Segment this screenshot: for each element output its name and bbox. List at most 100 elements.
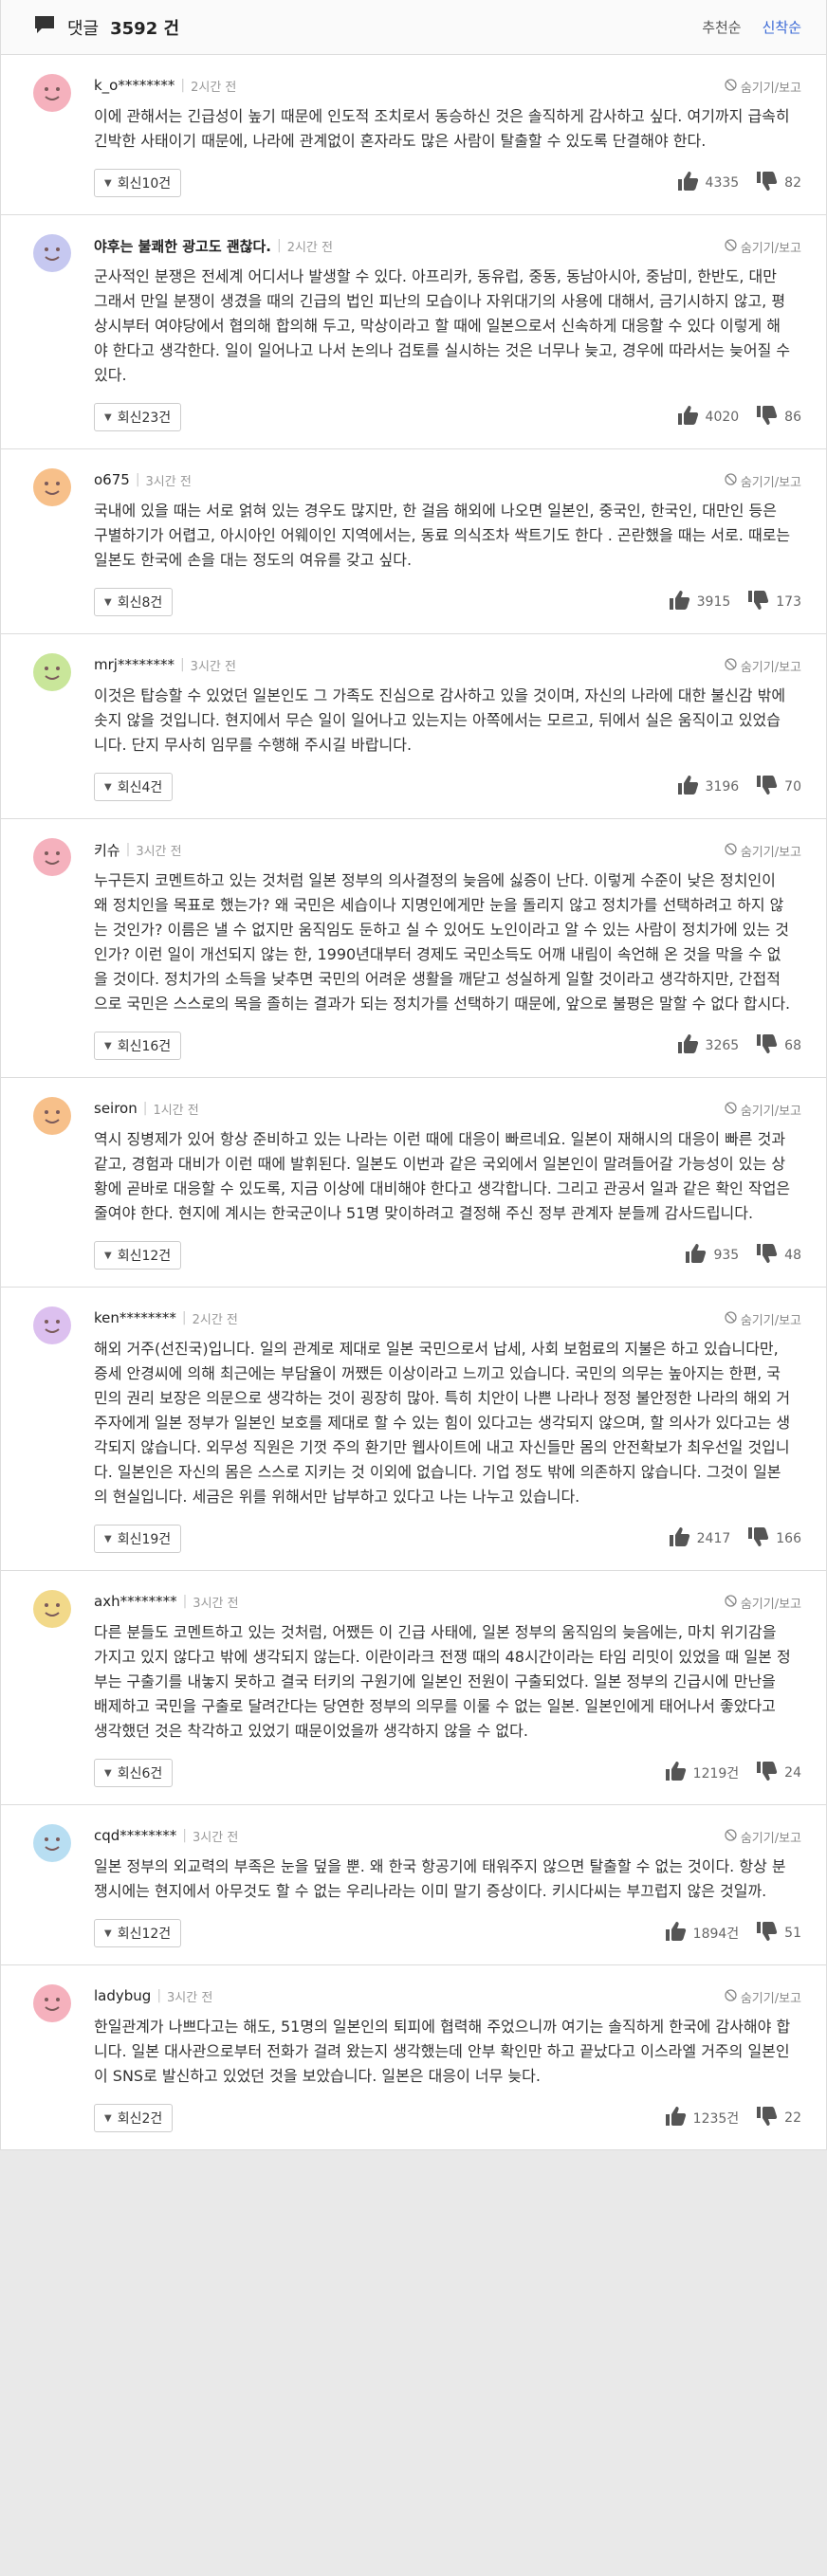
comment-time: 3시간 전	[136, 844, 182, 859]
thumbs-down-icon	[756, 1033, 779, 1058]
smiley-avatar-icon	[33, 1097, 71, 1135]
like-count: 3915	[696, 594, 731, 610]
hide-report-button[interactable]: 숨기기/보고	[725, 472, 801, 490]
dislike-button[interactable]: 51	[756, 1921, 801, 1946]
triangle-down-icon: ▼	[104, 411, 112, 423]
hide-report-button[interactable]: 숨기기/보고	[725, 1101, 801, 1119]
comment-item: 야후는 불쾌한 광고도 괜찮다. | 2시간 전 숨기기/보고 군사적인 분쟁은…	[1, 215, 826, 449]
dislike-count: 70	[784, 779, 801, 795]
hide-report-button[interactable]: 숨기기/보고	[725, 1828, 801, 1846]
like-count: 3196	[705, 779, 740, 795]
reply-toggle-button[interactable]: ▼ 회신4건	[94, 773, 174, 801]
triangle-down-icon: ▼	[104, 1927, 112, 1939]
reply-toggle-button[interactable]: ▼ 회신23건	[94, 403, 182, 431]
hide-report-button[interactable]: 숨기기/보고	[725, 78, 801, 96]
avatar	[33, 1824, 71, 1862]
like-button[interactable]: 1219건	[665, 1761, 739, 1785]
avatar	[33, 234, 71, 272]
comment-time: 3시간 전	[193, 1830, 239, 1845]
comment-text: 한일관계가 나쁘다고는 해도, 51명의 일본인의 퇴피에 협력해 주었으니까 …	[94, 2018, 791, 2085]
thumbs-down-icon	[756, 171, 779, 195]
block-icon	[725, 473, 737, 489]
smiley-avatar-icon	[33, 1824, 71, 1862]
reply-toggle-button[interactable]: ▼ 회신10건	[94, 169, 182, 197]
like-button[interactable]: 935	[685, 1243, 739, 1268]
like-count: 1235건	[692, 2111, 740, 2127]
like-button[interactable]: 2417	[669, 1526, 730, 1551]
comment-time: 3시간 전	[167, 1990, 213, 2005]
comment-username[interactable]: k_o********	[94, 77, 175, 94]
dislike-button[interactable]: 68	[756, 1033, 801, 1058]
dislike-button[interactable]: 82	[756, 171, 801, 195]
comment-username[interactable]: ladybug	[94, 1987, 151, 2004]
dislike-button[interactable]: 24	[756, 1761, 801, 1785]
hide-report-button[interactable]: 숨기기/보고	[725, 1988, 801, 2006]
reply-toggle-button[interactable]: ▼ 회신6건	[94, 1759, 174, 1787]
comment-username[interactable]: 야후는 불쾌한 광고도 괜찮다.	[94, 236, 271, 256]
thumbs-down-icon	[756, 1243, 779, 1268]
sort-latest-tab[interactable]: 신착순	[763, 17, 801, 37]
reply-toggle-button[interactable]: ▼ 회신19건	[94, 1525, 182, 1553]
comment-username[interactable]: mrj********	[94, 656, 175, 673]
hide-report-button[interactable]: 숨기기/보고	[725, 1310, 801, 1328]
triangle-down-icon: ▼	[104, 177, 112, 189]
comment-username[interactable]: o675	[94, 471, 130, 488]
thumbs-up-icon	[677, 171, 700, 195]
comment-item: seiron | 1시간 전 숨기기/보고 역시 징병제가 있어 항상 준비하고…	[1, 1078, 826, 1288]
dislike-button[interactable]: 166	[747, 1526, 801, 1551]
like-button[interactable]: 3265	[677, 1033, 739, 1058]
comment-time: 1시간 전	[153, 1103, 199, 1118]
reply-count-label: 회신2건	[117, 2111, 163, 2127]
like-button[interactable]: 4020	[677, 405, 739, 429]
hide-report-button[interactable]: 숨기기/보고	[725, 1594, 801, 1612]
like-button[interactable]: 1235건	[665, 2106, 740, 2130]
hide-report-button[interactable]: 숨기기/보고	[725, 842, 801, 860]
comment-text: 이에 관해서는 긴급성이 높기 때문에 인도적 조치로서 동승하신 것은 솔직하…	[94, 107, 790, 150]
dislike-count: 173	[776, 594, 801, 610]
reply-toggle-button[interactable]: ▼ 회신12건	[94, 1241, 182, 1270]
comment-username[interactable]: 키슈	[94, 840, 120, 860]
triangle-down-icon: ▼	[104, 596, 112, 608]
thumbs-up-icon	[677, 405, 700, 429]
comment-item: 키슈 | 3시간 전 숨기기/보고 누구든지 코멘트하고 있는 것처럼 일본 정…	[1, 819, 826, 1078]
comment-text: 일본 정부의 외교력의 부족은 눈을 덮을 뿐. 왜 한국 항공기에 태워주지 …	[94, 1857, 786, 1900]
avatar	[33, 838, 71, 876]
hide-report-button[interactable]: 숨기기/보고	[725, 238, 801, 256]
dislike-button[interactable]: 48	[756, 1243, 801, 1268]
hide-report-button[interactable]: 숨기기/보고	[725, 657, 801, 675]
comment-username[interactable]: axh********	[94, 1593, 177, 1610]
like-button[interactable]: 4335	[677, 171, 740, 195]
block-icon	[725, 1829, 737, 1845]
reply-count-label: 회신10건	[117, 176, 172, 192]
like-button[interactable]: 3196	[677, 775, 740, 799]
reply-toggle-button[interactable]: ▼ 회신16건	[94, 1032, 182, 1060]
hide-report-label: 숨기기/보고	[740, 1314, 801, 1328]
thumbs-up-icon	[685, 1243, 708, 1268]
comment-username[interactable]: seiron	[94, 1100, 138, 1117]
comment-username[interactable]: ken********	[94, 1309, 176, 1326]
reply-toggle-button[interactable]: ▼ 회신2건	[94, 2104, 174, 2132]
thumbs-up-icon	[665, 1921, 688, 1946]
sort-recommend-tab[interactable]: 추천순	[702, 17, 741, 37]
comment-item: ladybug | 3시간 전 숨기기/보고 한일관계가 나쁘다고는 해도, 5…	[1, 1965, 826, 2150]
dislike-button[interactable]: 22	[756, 2106, 801, 2130]
like-count: 935	[713, 1248, 740, 1263]
smiley-avatar-icon	[33, 653, 71, 691]
avatar	[33, 74, 71, 112]
like-count: 4335	[705, 175, 740, 191]
triangle-down-icon: ▼	[104, 1040, 112, 1051]
reply-toggle-button[interactable]: ▼ 회신8건	[94, 588, 174, 616]
hide-report-label: 숨기기/보고	[740, 1832, 801, 1846]
smiley-avatar-icon	[33, 1590, 71, 1628]
dislike-button[interactable]: 86	[756, 405, 801, 429]
comment-title: 댓글	[67, 18, 100, 39]
comment-time: 2시간 전	[191, 80, 237, 95]
hide-report-label: 숨기기/보고	[740, 476, 801, 490]
reply-toggle-button[interactable]: ▼ 회신12건	[94, 1919, 182, 1947]
like-button[interactable]: 1894건	[665, 1921, 739, 1946]
like-button[interactable]: 3915	[669, 590, 731, 614]
dislike-button[interactable]: 173	[747, 590, 801, 614]
avatar	[33, 653, 71, 691]
comment-username[interactable]: cqd********	[94, 1827, 176, 1844]
dislike-button[interactable]: 70	[756, 775, 801, 799]
